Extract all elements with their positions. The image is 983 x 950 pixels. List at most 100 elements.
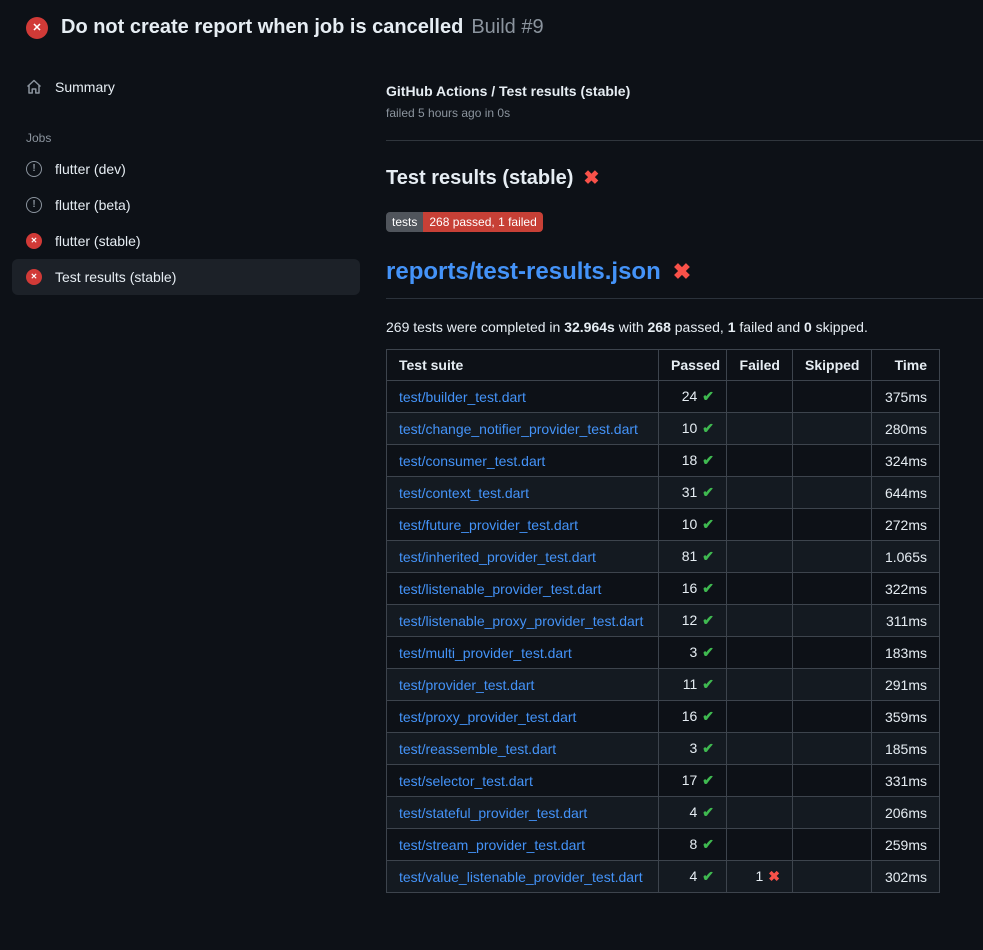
count-value: 81 xyxy=(682,548,698,564)
failed-cell xyxy=(727,477,793,509)
table-row: test/multi_provider_test.dart3✔183ms xyxy=(387,637,940,669)
summary-duration: 32.964s xyxy=(564,319,615,335)
summary-text: failed and xyxy=(736,319,805,335)
test-suite-link[interactable]: test/provider_test.dart xyxy=(399,677,534,693)
sidebar-item-label: flutter (stable) xyxy=(55,233,141,249)
count-value: 24 xyxy=(682,388,698,404)
skipped-cell xyxy=(793,797,872,829)
table-header-row: Test suite Passed Failed Skipped Time xyxy=(387,350,940,381)
time-cell: 280ms xyxy=(872,413,940,445)
test-suite-cell: test/listenable_provider_test.dart xyxy=(387,573,659,605)
passed-cell: 4✔ xyxy=(659,797,727,829)
test-suite-link[interactable]: test/stream_provider_test.dart xyxy=(399,837,585,853)
failed-cell xyxy=(727,797,793,829)
table-row: test/future_provider_test.dart10✔272ms xyxy=(387,509,940,541)
count-value: 8 xyxy=(689,836,697,852)
run-build-number: Build #9 xyxy=(471,16,543,38)
test-suite-link[interactable]: test/multi_provider_test.dart xyxy=(399,645,572,661)
table-row: test/context_test.dart31✔644ms xyxy=(387,477,940,509)
table-row: test/consumer_test.dart18✔324ms xyxy=(387,445,940,477)
skipped-cell xyxy=(793,861,872,893)
sidebar-item-flutter-beta[interactable]: ! flutter (beta) xyxy=(12,187,360,223)
check-icon: ✔ xyxy=(702,676,714,692)
results-table-body: test/builder_test.dart24✔375mstest/chang… xyxy=(387,381,940,893)
failed-cell xyxy=(727,637,793,669)
report-link[interactable]: reports/test-results.json xyxy=(386,258,661,286)
summary-text: 269 tests were completed in xyxy=(386,319,564,335)
passed-cell: 3✔ xyxy=(659,733,727,765)
tests-badge: tests 268 passed, 1 failed xyxy=(386,212,543,232)
time-cell: 322ms xyxy=(872,573,940,605)
sidebar-item-test-results-stable[interactable]: ✕ Test results (stable) xyxy=(12,259,360,295)
sidebar-item-label: flutter (dev) xyxy=(55,161,126,177)
time-cell: 644ms xyxy=(872,477,940,509)
col-header-passed: Passed xyxy=(659,350,727,381)
count-value: 12 xyxy=(682,612,698,628)
badge-value: 268 passed, 1 failed xyxy=(423,212,542,232)
breadcrumb: GitHub Actions / Test results (stable) xyxy=(386,83,983,99)
count-value: 3 xyxy=(689,740,697,756)
passed-cell: 16✔ xyxy=(659,573,727,605)
test-suite-link[interactable]: test/future_provider_test.dart xyxy=(399,517,578,533)
passed-cell: 18✔ xyxy=(659,445,727,477)
count-value: 31 xyxy=(682,484,698,500)
time-cell: 1.065s xyxy=(872,541,940,573)
jobs-heading: Jobs xyxy=(12,131,360,145)
failed-status-icon: ✕ xyxy=(26,269,42,285)
check-icon: ✔ xyxy=(702,804,714,820)
col-header-time: Time xyxy=(872,350,940,381)
count-value: 16 xyxy=(682,708,698,724)
section-title: Test results (stable) xyxy=(386,167,573,190)
test-suite-cell: test/value_listenable_provider_test.dart xyxy=(387,861,659,893)
summary-failed-count: 1 xyxy=(728,319,736,335)
section-heading: Test results (stable) ✖ xyxy=(386,167,983,190)
test-suite-link[interactable]: test/selector_test.dart xyxy=(399,773,533,789)
passed-cell: 81✔ xyxy=(659,541,727,573)
run-failed-icon: ✕ xyxy=(26,17,48,39)
sidebar-item-flutter-dev[interactable]: ! flutter (dev) xyxy=(12,151,360,187)
failed-cell xyxy=(727,445,793,477)
test-suite-link[interactable]: test/reassemble_test.dart xyxy=(399,741,556,757)
sidebar-item-summary[interactable]: Summary xyxy=(12,69,360,105)
test-suite-cell: test/proxy_provider_test.dart xyxy=(387,701,659,733)
failed-cell xyxy=(727,381,793,413)
time-cell: 302ms xyxy=(872,861,940,893)
check-icon: ✔ xyxy=(702,772,714,788)
check-icon: ✔ xyxy=(702,836,714,852)
skipped-cell xyxy=(793,541,872,573)
failed-cell xyxy=(727,829,793,861)
sidebar-item-flutter-stable[interactable]: ✕ flutter (stable) xyxy=(12,223,360,259)
summary-skipped-count: 0 xyxy=(804,319,812,335)
test-suite-link[interactable]: test/listenable_proxy_provider_test.dart xyxy=(399,613,643,629)
count-value: 10 xyxy=(682,420,698,436)
summary-passed-count: 268 xyxy=(648,319,671,335)
test-suite-link[interactable]: test/listenable_provider_test.dart xyxy=(399,581,601,597)
test-suite-link[interactable]: test/change_notifier_provider_test.dart xyxy=(399,421,638,437)
check-icon: ✔ xyxy=(702,708,714,724)
check-icon: ✔ xyxy=(702,740,714,756)
count-value: 18 xyxy=(682,452,698,468)
summary-text: passed, xyxy=(671,319,728,335)
test-suite-link[interactable]: test/inherited_provider_test.dart xyxy=(399,549,596,565)
col-header-skipped: Skipped xyxy=(793,350,872,381)
passed-cell: 3✔ xyxy=(659,637,727,669)
test-suite-link[interactable]: test/builder_test.dart xyxy=(399,389,526,405)
table-row: test/stream_provider_test.dart8✔259ms xyxy=(387,829,940,861)
test-suite-link[interactable]: test/value_listenable_provider_test.dart xyxy=(399,869,643,885)
table-row: test/stateful_provider_test.dart4✔206ms xyxy=(387,797,940,829)
time-cell: 359ms xyxy=(872,701,940,733)
skipped-cell xyxy=(793,445,872,477)
test-suite-link[interactable]: test/proxy_provider_test.dart xyxy=(399,709,576,725)
skipped-cell xyxy=(793,381,872,413)
passed-cell: 24✔ xyxy=(659,381,727,413)
divider xyxy=(386,140,983,141)
sidebar-item-label: flutter (beta) xyxy=(55,197,130,213)
failed-cell xyxy=(727,541,793,573)
skipped-cell xyxy=(793,477,872,509)
test-suite-link[interactable]: test/context_test.dart xyxy=(399,485,529,501)
run-header: ✕ Do not create report when job is cance… xyxy=(0,0,983,47)
test-suite-cell: test/provider_test.dart xyxy=(387,669,659,701)
test-suite-link[interactable]: test/stateful_provider_test.dart xyxy=(399,805,587,821)
table-row: test/listenable_proxy_provider_test.dart… xyxy=(387,605,940,637)
test-suite-link[interactable]: test/consumer_test.dart xyxy=(399,453,545,469)
